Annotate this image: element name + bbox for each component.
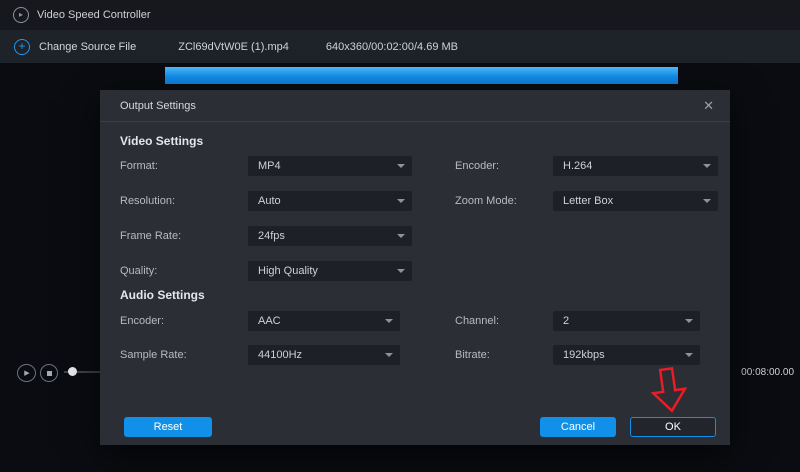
time-display: 00:08:00.00 [741, 367, 794, 378]
chevron-down-icon [397, 269, 405, 273]
stop-button[interactable] [40, 364, 58, 382]
bitrate-label: Bitrate: [455, 345, 490, 365]
frame-rate-dropdown[interactable]: 24fps [248, 226, 412, 246]
audio-encoder-label: Encoder: [120, 311, 164, 331]
play-button[interactable]: ▶ [17, 364, 36, 382]
chevron-down-icon [703, 199, 711, 203]
audio-encoder-dropdown[interactable]: AAC [248, 311, 400, 331]
ok-button[interactable]: OK [630, 417, 716, 437]
bitrate-dropdown[interactable]: 192kbps [553, 345, 700, 365]
video-settings-heading: Video Settings [120, 134, 203, 148]
output-settings-dialog: Output Settings ✕ Video Settings Format:… [100, 90, 730, 445]
dialog-title: Output Settings [120, 100, 196, 112]
video-encoder-value: H.264 [563, 160, 592, 172]
video-encoder-label: Encoder: [455, 156, 499, 176]
video-progress-bar[interactable] [165, 67, 678, 84]
audio-settings-heading: Audio Settings [120, 288, 205, 302]
toolbar: + Change Source File ZCl69dVtW0E (1).mp4… [0, 30, 800, 63]
chevron-down-icon [385, 319, 393, 323]
close-icon[interactable]: ✕ [703, 99, 714, 112]
video-encoder-dropdown[interactable]: H.264 [553, 156, 718, 176]
title-bar: ▸ Video Speed Controller [0, 0, 800, 30]
bitrate-value: 192kbps [563, 349, 605, 361]
frame-rate-value: 24fps [258, 230, 285, 242]
quality-label: Quality: [120, 261, 157, 281]
loaded-filename: ZCl69dVtW0E (1).mp4 [178, 41, 289, 53]
channel-label: Channel: [455, 311, 499, 331]
zoom-mode-dropdown[interactable]: Letter Box [553, 191, 718, 211]
channel-dropdown[interactable]: 2 [553, 311, 700, 331]
app-title: Video Speed Controller [37, 9, 151, 21]
resolution-dropdown[interactable]: Auto [248, 191, 412, 211]
chevron-down-icon [385, 353, 393, 357]
quality-dropdown[interactable]: High Quality [248, 261, 412, 281]
change-source-file-button[interactable]: Change Source File [39, 41, 136, 53]
channel-value: 2 [563, 315, 569, 327]
add-icon: + [14, 39, 30, 55]
file-info: 640x360/00:02:00/4.69 MB [326, 41, 458, 53]
chevron-down-icon [685, 353, 693, 357]
sample-rate-label: Sample Rate: [120, 345, 187, 365]
resolution-label: Resolution: [120, 191, 175, 211]
quality-value: High Quality [258, 265, 318, 277]
format-value: MP4 [258, 160, 281, 172]
chevron-down-icon [397, 199, 405, 203]
sample-rate-value: 44100Hz [258, 349, 302, 361]
app-logo-icon: ▸ [13, 7, 29, 23]
zoom-mode-value: Letter Box [563, 195, 613, 207]
chevron-down-icon [397, 234, 405, 238]
format-dropdown[interactable]: MP4 [248, 156, 412, 176]
stop-icon [47, 371, 52, 376]
sample-rate-dropdown[interactable]: 44100Hz [248, 345, 400, 365]
dialog-header: Output Settings ✕ [100, 90, 730, 122]
cancel-button[interactable]: Cancel [540, 417, 616, 437]
chevron-down-icon [685, 319, 693, 323]
play-icon: ▶ [24, 369, 29, 377]
format-label: Format: [120, 156, 158, 176]
reset-button[interactable]: Reset [124, 417, 212, 437]
audio-encoder-value: AAC [258, 315, 281, 327]
timeline-slider-handle[interactable] [68, 367, 77, 376]
chevron-down-icon [703, 164, 711, 168]
annotation-arrow-icon [645, 363, 693, 416]
chevron-down-icon [397, 164, 405, 168]
zoom-mode-label: Zoom Mode: [455, 191, 517, 211]
frame-rate-label: Frame Rate: [120, 226, 181, 246]
resolution-value: Auto [258, 195, 281, 207]
